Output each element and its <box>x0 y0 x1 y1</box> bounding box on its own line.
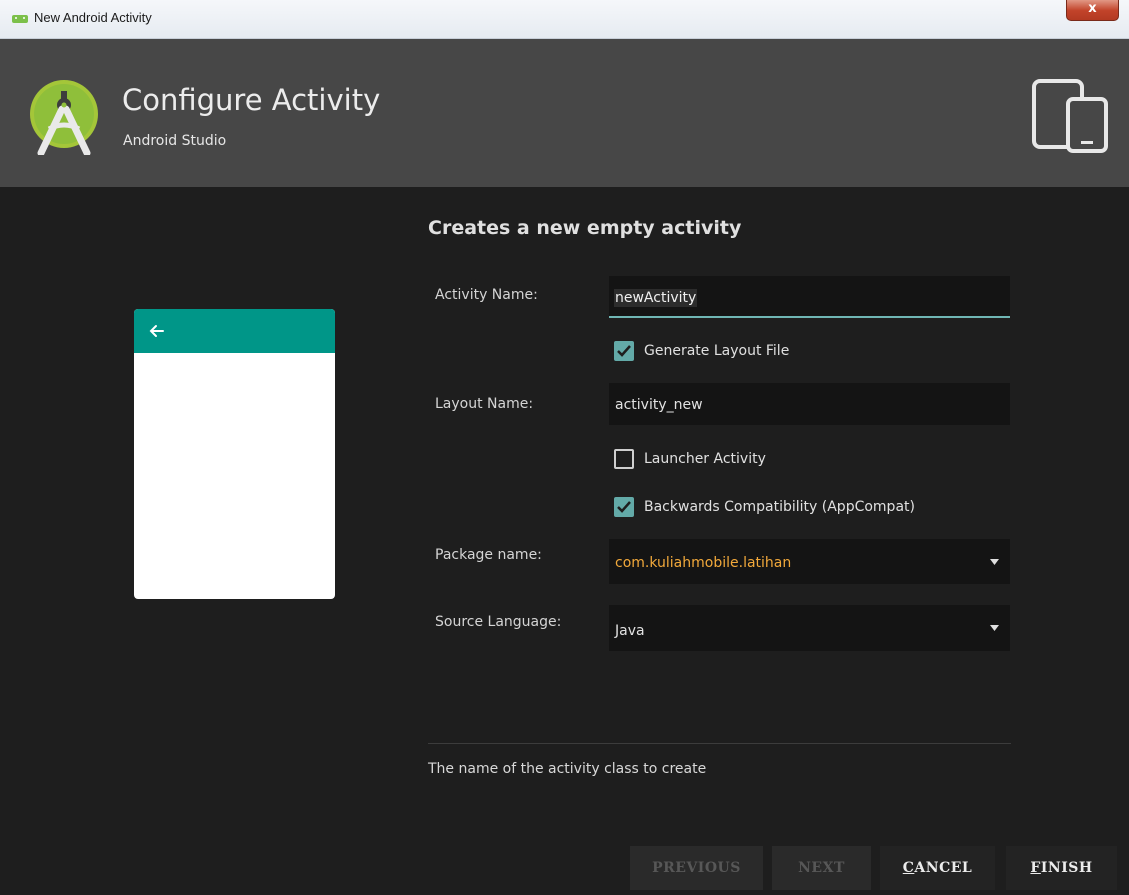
activity-name-label: Activity Name: <box>435 287 538 303</box>
next-button[interactable]: NEXT <box>772 846 871 890</box>
package-name-value: com.kuliahmobile.latihan <box>615 555 792 571</box>
wizard-header: Configure Activity Android Studio <box>0 39 1129 187</box>
android-studio-logo-icon <box>30 80 98 155</box>
finish-label-rest: INISH <box>1040 860 1093 876</box>
finish-button[interactable]: FINISH <box>1006 846 1117 890</box>
header-title: Configure Activity <box>122 83 381 117</box>
window-title: New Android Activity <box>34 10 152 25</box>
cancel-label-rest: ANCEL <box>914 860 973 876</box>
package-name-label: Package name: <box>435 547 542 563</box>
android-icon <box>12 15 28 23</box>
close-icon: x <box>1088 1 1097 16</box>
phone-tablet-icon <box>1032 79 1108 153</box>
layout-name-input[interactable]: activity_new <box>609 383 1010 425</box>
preview-toolbar <box>134 309 335 353</box>
header-subtitle: Android Studio <box>123 133 227 149</box>
previous-button[interactable]: PREVIOUS <box>630 846 763 890</box>
source-language-label: Source Language: <box>435 614 562 630</box>
cancel-button[interactable]: CANCEL <box>880 846 995 890</box>
arrow-left-icon <box>149 325 164 337</box>
checkmark-icon <box>617 345 631 357</box>
layout-name-label: Layout Name: <box>435 396 534 412</box>
layout-name-value: activity_new <box>615 397 703 413</box>
activity-name-input[interactable]: newActivity <box>609 276 1010 318</box>
activity-name-value: newActivity <box>614 289 698 307</box>
window-close-button[interactable]: x <box>1066 0 1119 21</box>
divider <box>428 743 1011 744</box>
help-text: The name of the activity class to create <box>428 761 707 777</box>
chevron-down-icon <box>990 625 999 631</box>
source-language-value: Java <box>615 623 645 639</box>
launcher-activity-checkbox[interactable] <box>614 449 634 469</box>
window-title-bar[interactable]: New Android Activity x <box>0 0 1129 39</box>
finish-mnemonic: F <box>1030 860 1041 876</box>
source-language-dropdown[interactable]: Java <box>609 605 1010 651</box>
generate-layout-checkbox[interactable] <box>614 341 634 361</box>
backwards-compat-label: Backwards Compatibility (AppCompat) <box>644 499 915 515</box>
checkmark-icon <box>617 501 631 513</box>
backwards-compat-checkbox[interactable] <box>614 497 634 517</box>
cancel-mnemonic: C <box>902 860 915 876</box>
launcher-activity-label: Launcher Activity <box>644 451 766 467</box>
generate-layout-label: Generate Layout File <box>644 343 790 359</box>
activity-preview <box>134 309 335 599</box>
page-heading: Creates a new empty activity <box>428 217 742 239</box>
chevron-down-icon <box>990 559 999 565</box>
package-name-dropdown[interactable]: com.kuliahmobile.latihan <box>609 539 1010 584</box>
